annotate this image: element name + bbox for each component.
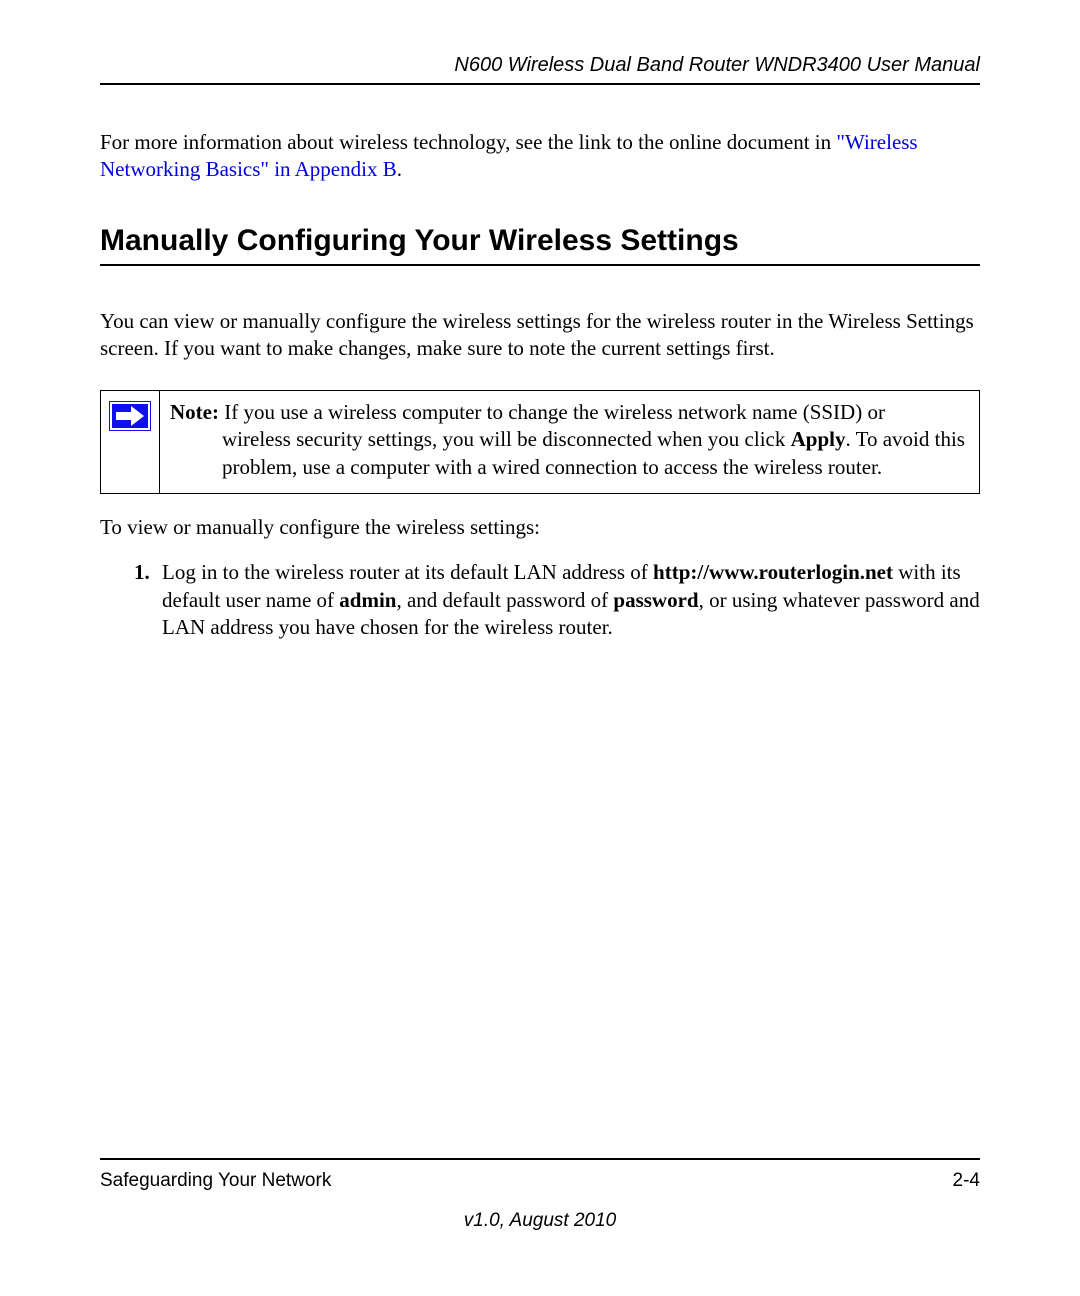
section-heading: Manually Configuring Your Wireless Setti…	[100, 224, 980, 266]
note-line1: If you use a wireless computer to change…	[219, 400, 885, 424]
footer-version: v1.0, August 2010	[100, 1210, 980, 1232]
header-divider	[100, 83, 980, 85]
note-box: Note: If you use a wireless computer to …	[100, 390, 980, 494]
post-note-paragraph: To view or manually configure the wirele…	[100, 514, 980, 541]
list-item: 1. Log in to the wireless router at its …	[134, 559, 980, 641]
intro-text-prefix: For more information about wireless tech…	[100, 130, 836, 154]
note-rest-before-apply: wireless security settings, you will be …	[222, 427, 791, 451]
step-text: Log in to the wireless router at its def…	[162, 559, 980, 641]
page-footer: Safeguarding Your Network 2-4 v1.0, Augu…	[100, 1158, 980, 1232]
footer-section-name: Safeguarding Your Network	[100, 1170, 331, 1192]
note-text: Note: If you use a wireless computer to …	[160, 391, 979, 493]
intro-text-suffix: .	[397, 157, 402, 181]
note-label: Note:	[170, 400, 219, 424]
document-header-title: N600 Wireless Dual Band Router WNDR3400 …	[100, 54, 980, 83]
step1-t3: , and default password of	[396, 588, 613, 612]
step1-t1: Log in to the wireless router at its def…	[162, 560, 653, 584]
step1-admin: admin	[339, 588, 396, 612]
arrow-right-icon	[109, 399, 151, 437]
body-paragraph: You can view or manually configure the w…	[100, 308, 980, 363]
intro-paragraph: For more information about wireless tech…	[100, 129, 980, 184]
note-apply-word: Apply	[791, 427, 846, 451]
footer-divider	[100, 1158, 980, 1160]
step1-password: password	[613, 588, 698, 612]
note-icon-cell	[101, 391, 160, 493]
step1-url: http://www.routerlogin.net	[653, 560, 893, 584]
page-number: 2-4	[953, 1170, 980, 1192]
step-list: 1. Log in to the wireless router at its …	[100, 559, 980, 641]
step-number: 1.	[134, 559, 162, 641]
